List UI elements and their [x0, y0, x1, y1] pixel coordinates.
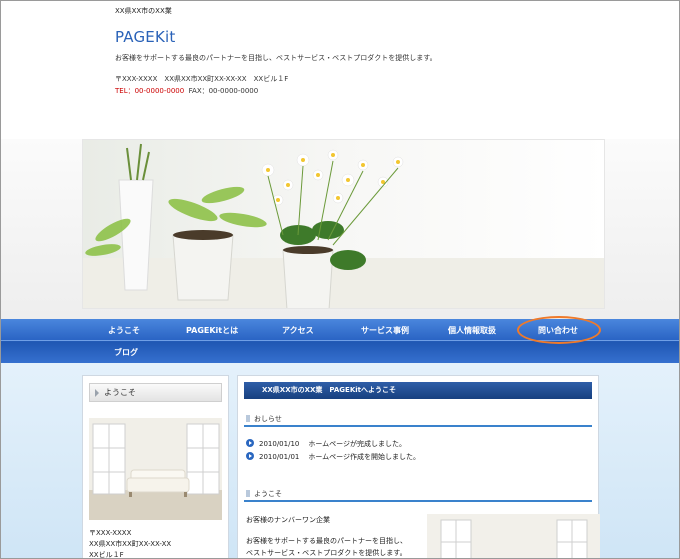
- main-content: XX県XX市のXX業 PAGEKitへようこそ おしらせ 2010/01/10 ホ…: [237, 375, 600, 558]
- news-section-rule: [244, 425, 592, 427]
- circle-play-icon: [246, 452, 254, 460]
- nav-item-blog[interactable]: ブログ: [114, 347, 138, 358]
- news-text[interactable]: ホームページが完成しました。: [308, 440, 406, 448]
- sidebar-address-line: XXビル１F: [89, 551, 124, 559]
- contact-highlight-circle: [517, 316, 601, 344]
- fax-number: FAX：00-0000-0000: [188, 87, 259, 95]
- sidebar: ようこそ 〒XXX-XXXX XX県XX市XX町XX-XX-XX XXビル１F: [82, 375, 229, 559]
- news-section-label: おしらせ: [254, 415, 282, 423]
- sidebar-address-line: 〒XXX-XXXX: [89, 529, 132, 537]
- main-heading: XX県XX市のXX業 PAGEKitへようこそ: [244, 382, 592, 399]
- sidebar-heading[interactable]: ようこそ: [89, 383, 222, 402]
- welcome-room-image: [427, 514, 600, 558]
- nav-item-services[interactable]: サービス事例: [361, 325, 409, 336]
- header-contact: TEL：00-0000-0000 FAX：00-0000-0000: [115, 86, 258, 96]
- welcome-lead: お客様のナンバーワン企業: [246, 516, 330, 524]
- site-description: お客様をサポートする最良のパートナーを目指し、ベストサービス・ベストプロダクトを…: [115, 54, 437, 62]
- welcome-section-label: ようこそ: [254, 490, 282, 498]
- welcome-section-rule: [244, 500, 592, 502]
- news-item: 2010/01/01 ホームページ作成を開始しました。: [246, 452, 420, 462]
- hero-image: [82, 139, 605, 309]
- nav-item-privacy[interactable]: 個人情報取扱: [448, 325, 496, 336]
- tel-number: TEL：00-0000-0000: [115, 87, 185, 95]
- welcome-body-line: ベストサービス・ベストプロダクトを提供します。: [246, 549, 407, 557]
- triangle-right-icon: [95, 389, 99, 397]
- news-date: 2010/01/01: [259, 453, 300, 461]
- site-title[interactable]: PAGEKit: [115, 28, 175, 46]
- bar-icon: [246, 415, 250, 422]
- welcome-body-line: お客様をサポートする最良のパートナーを目指し、: [246, 537, 407, 545]
- news-section-title: おしらせ: [246, 414, 282, 424]
- sidebar-address-line: XX県XX市XX町XX-XX-XX: [89, 540, 172, 548]
- bar-icon: [246, 490, 250, 497]
- nav-item-access[interactable]: アクセス: [282, 325, 314, 336]
- news-item: 2010/01/10 ホームページが完成しました。: [246, 439, 406, 449]
- sidebar-address: 〒XXX-XXXX XX県XX市XX町XX-XX-XX XXビル１F: [89, 528, 172, 559]
- tagline: XX県XX市のXX業: [115, 7, 172, 15]
- page-frame: XX県XX市のXX業 PAGEKit お客様をサポートする最良のパートナーを目指…: [0, 0, 680, 559]
- sidebar-room-image: [89, 418, 222, 520]
- welcome-section-title: ようこそ: [246, 489, 282, 499]
- header-address: 〒XXX-XXXX XX県XX市XX町XX-XX-XX XXビル１F: [115, 75, 289, 83]
- nav-item-about[interactable]: PAGEKitとは: [186, 325, 238, 336]
- sidebar-heading-label: ようこそ: [104, 388, 136, 397]
- news-text[interactable]: ホームページ作成を開始しました。: [308, 453, 420, 461]
- news-date: 2010/01/10: [259, 440, 300, 448]
- nav-item-welcome[interactable]: ようこそ: [108, 325, 140, 336]
- circle-play-icon: [246, 439, 254, 447]
